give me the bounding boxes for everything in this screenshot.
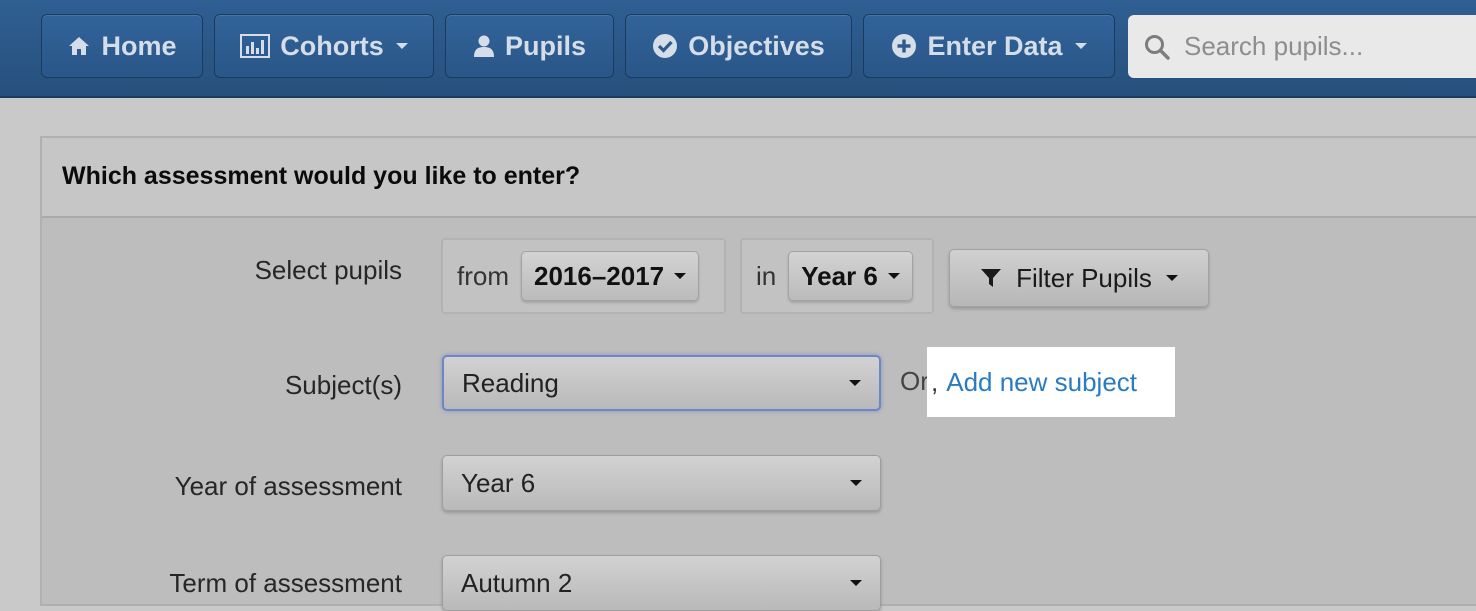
year-group-value: Year 6 [801,260,878,291]
term-of-assessment-value: Autumn 2 [461,567,573,598]
chevron-down-icon [674,273,687,279]
chevron-down-icon [849,380,861,386]
filter-icon [981,269,1002,287]
chevron-down-icon [1165,275,1178,281]
search-input[interactable] [1182,30,1476,63]
chevron-down-icon [1074,43,1087,49]
year-range-dropdown[interactable]: 2016–2017 [521,251,700,301]
year-of-assessment-label: Year of assessment [174,471,402,501]
nav-cohorts-label: Cohorts [280,30,384,61]
nav-home-label: Home [101,30,177,61]
year-group-dropdown[interactable]: Year 6 [788,251,913,301]
nav-home-button[interactable]: Home [41,14,203,78]
select-pupils-label: Select pupils [254,255,402,285]
term-of-assessment-select[interactable]: Autumn 2 [442,555,881,611]
chevron-down-icon [887,273,900,279]
subject-select-value: Reading [462,367,559,398]
panel-title: Which assessment would you like to enter… [62,162,581,190]
nav-objectives-button[interactable]: Objectives [625,14,852,78]
filter-pupils-label: Filter Pupils [1016,262,1152,293]
filter-pupils-button[interactable]: Filter Pupils [949,249,1209,307]
chevron-down-icon [850,480,862,486]
from-year-group: from 2016–2017 [441,238,726,314]
user-icon [473,35,494,57]
add-new-subject-link[interactable]: Add new subject [946,367,1137,398]
plus-circle-icon [892,34,917,58]
year-of-assessment-select[interactable]: Year 6 [442,455,881,511]
panel-heading: Which assessment would you like to enter… [42,138,1476,218]
bar-chart-icon [240,34,271,58]
check-circle-icon [653,34,678,58]
from-text: from [457,260,509,291]
year-range-value: 2016–2017 [534,260,665,291]
chevron-down-icon [850,580,862,586]
comma-text: , [931,366,939,397]
or-text: Or [900,366,929,396]
nav-pupils-button[interactable]: Pupils [445,14,614,78]
subjects-label: Subject(s) [284,370,402,400]
nav-pupils-label: Pupils [504,30,586,61]
in-text: in [756,260,777,291]
search-icon [1145,34,1170,60]
nav-cohorts-button[interactable]: Cohorts [214,14,434,78]
top-navbar: Home Cohorts Pupils Objectives Enter Dat… [0,0,1476,98]
nav-objectives-label: Objectives [688,30,825,61]
in-year-group: in Year 6 [740,238,934,314]
home-icon [69,37,90,55]
search-box[interactable] [1128,15,1476,78]
term-of-assessment-label: Term of assessment [169,568,402,598]
nav-enter-data-label: Enter Data [927,30,1063,61]
nav-enter-data-button[interactable]: Enter Data [863,14,1115,78]
chevron-down-icon [395,43,408,49]
subject-select[interactable]: Reading [442,355,881,411]
add-subject-highlight: , Add new subject [927,347,1175,417]
year-of-assessment-value: Year 6 [461,467,536,498]
